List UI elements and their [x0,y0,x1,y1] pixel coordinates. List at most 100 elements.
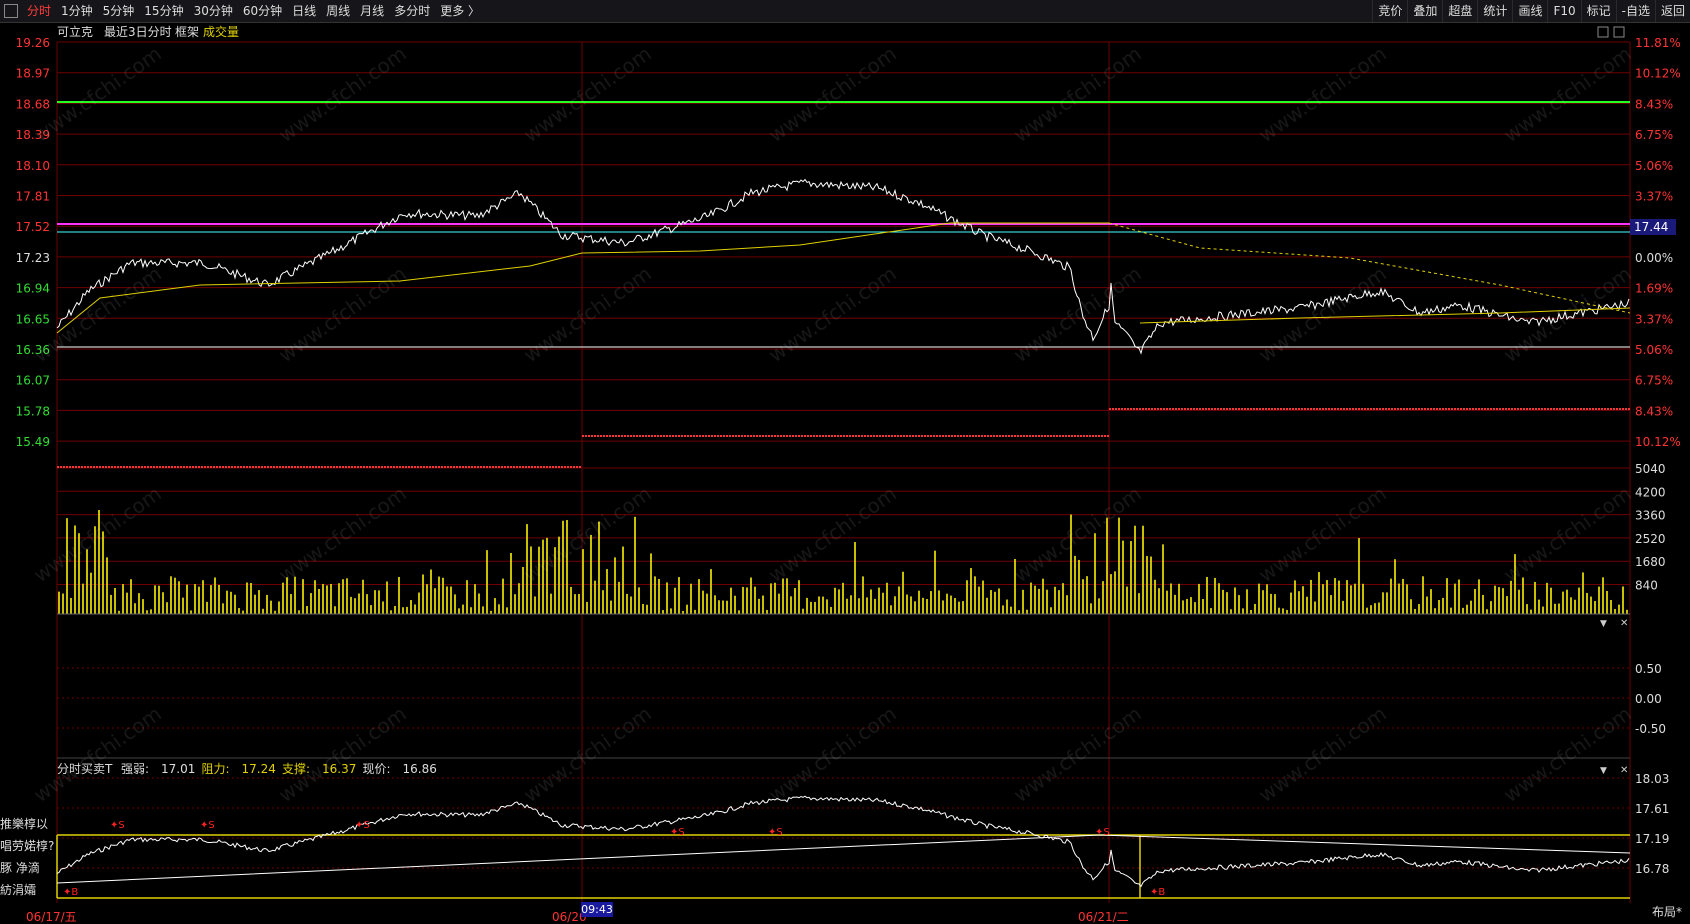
tool-button[interactable]: -自选 [1615,0,1655,22]
pct-axis-label: 8.43% [1635,97,1673,111]
collapse-icon[interactable] [1613,26,1625,38]
watermark: www.cfchi.com [1254,701,1391,807]
indicator-axis-label: 17.19 [1635,832,1669,846]
price-axis-label: 17.23 [16,251,50,265]
watermark: www.cfchi.com [764,481,901,587]
volume-axis-label: 3360 [1635,509,1666,523]
sell-signal: ✦S [355,820,370,831]
pct-axis-label: 6.75% [1635,128,1673,142]
pct-axis-label: 5.06% [1635,343,1673,357]
price-axis-label: 16.07 [16,374,50,388]
date-label: 06/21/二 [1078,910,1129,923]
side-label[interactable]: 紡涓孀 [0,879,56,901]
period-tab[interactable]: 多分时 [389,0,435,22]
watermark: www.cfchi.com [1009,701,1146,807]
watermark: www.cfchi.com [519,41,656,147]
indicator-axis-label: 18.03 [1635,772,1669,786]
tool-button[interactable]: 竞价 [1372,0,1407,22]
period-tab[interactable]: 5分钟 [98,0,140,22]
tool-button[interactable]: 叠加 [1407,0,1442,22]
tool-button[interactable]: 返回 [1654,0,1690,22]
indicator-value: 现价: [363,762,391,776]
watermark: www.cfchi.com [1254,261,1391,367]
buy-signal: ✦B [1150,887,1165,898]
toolbar-left: 分时 1分钟 5分钟 15分钟 30分钟 60分钟 日线 周线 月线 多分时 更多 〉 [0,0,485,22]
period-tab[interactable]: 周线 [321,0,355,22]
pct-axis-label: 10.12% [1635,435,1681,449]
indicator-price-line [56,795,1630,888]
volume-axis-label: 1680 [1635,555,1666,569]
tool-button[interactable]: F10 [1547,0,1580,22]
period-label: 最近3日分时 [104,25,172,39]
watermark: www.cfchi.com [1009,261,1146,367]
layout-button[interactable]: 布局* [1652,903,1682,920]
sell-signal: ✦S [768,827,783,838]
watermark: www.cfchi.com [1499,481,1636,587]
watermark: www.cfchi.com [1499,701,1636,807]
period-tab[interactable]: 15分钟 [139,0,188,22]
period-tab[interactable]: 分时 [22,0,56,22]
watermark: www.cfchi.com [29,41,166,147]
watermark: www.cfchi.com [274,41,411,147]
indicator-value: 阻力: [202,762,230,776]
pct-axis-label: 0.00% [1635,251,1673,265]
indicator-value: 16.86 [403,762,437,776]
watermark: www.cfchi.com [1254,41,1391,147]
price-axis-label: 18.68 [16,97,50,111]
cursor-time-label: 09:43 [581,902,613,917]
frame-label: 框架 [175,25,199,39]
indicator-value: 强弱: [121,762,149,776]
pct-axis-label: 5.06% [1635,159,1673,173]
watermark: www.cfchi.com [1009,41,1146,147]
indicator-axis-label: 16.78 [1635,862,1669,876]
tool-button[interactable]: 画线 [1512,0,1547,22]
price-axis-label: 16.94 [16,282,50,296]
tool-button[interactable]: 标记 [1580,0,1616,22]
tool-button[interactable]: 统计 [1477,0,1512,22]
current-price-value: 17.44 [1634,220,1668,234]
price-axis-label: 19.26 [16,36,50,50]
price-axis-label: 16.65 [16,312,50,326]
pct-axis-label: 3.37% [1635,312,1673,326]
watermark: www.cfchi.com [519,261,656,367]
side-label[interactable]: 豚 净滴 [0,857,56,879]
volume-axis-label: 2520 [1635,532,1666,546]
watermark: www.cfchi.com [1499,261,1636,367]
pct-axis-label: 8.43% [1635,404,1673,418]
price-axis-label: 15.78 [16,404,50,418]
price-line [56,178,1630,355]
sub-axis-label: 0.50 [1635,662,1662,676]
pct-axis-label: 1.69% [1635,282,1673,296]
side-label[interactable]: 推樂椁以 [0,813,56,835]
watermark: www.cfchi.com [29,481,166,587]
watermark: www.cfchi.com [1009,481,1146,587]
price-axis-label: 17.81 [16,190,50,204]
period-tab[interactable]: 日线 [287,0,321,22]
watermark: www.cfchi.com [274,261,411,367]
side-label[interactable]: 唱劳婼椁? [0,835,56,857]
pct-axis-label: 10.12% [1635,67,1681,81]
pct-axis-label: 11.81% [1635,36,1681,50]
watermark: www.cfchi.com [1499,41,1636,147]
sell-signal: ✦S [1095,827,1110,838]
indicator-value: 17.24 [242,762,276,776]
period-tab[interactable]: 60分钟 [238,0,287,22]
tool-button[interactable]: 超盘 [1442,0,1477,22]
expand-icon[interactable] [1597,26,1609,38]
period-tab[interactable]: 30分钟 [189,0,238,22]
sell-signal: ✦S [670,827,685,838]
period-tab[interactable]: 1分钟 [56,0,98,22]
window-menu-icon[interactable] [4,4,18,18]
panel-menu-icon: ▼ [1600,619,1607,629]
chart-area[interactable]: 19.26 11.81%18.97 10.12%18.68 8.43%18.39 6.7… [0,23,1690,923]
pct-axis-label: 3.37% [1635,190,1673,204]
sub-axis-label: -0.50 [1635,722,1666,736]
period-tab[interactable]: 月线 [355,0,389,22]
period-tab[interactable]: 更多 〉 [435,0,485,22]
date-label: 06/17/五 [26,910,77,923]
sell-signal: ✦S [200,820,215,831]
indicator-menu-icon: ▼ [1600,766,1607,776]
price-axis-label: 17.52 [16,220,50,234]
price-axis-label: 18.97 [16,67,50,81]
pct-axis-label: 6.75% [1635,374,1673,388]
